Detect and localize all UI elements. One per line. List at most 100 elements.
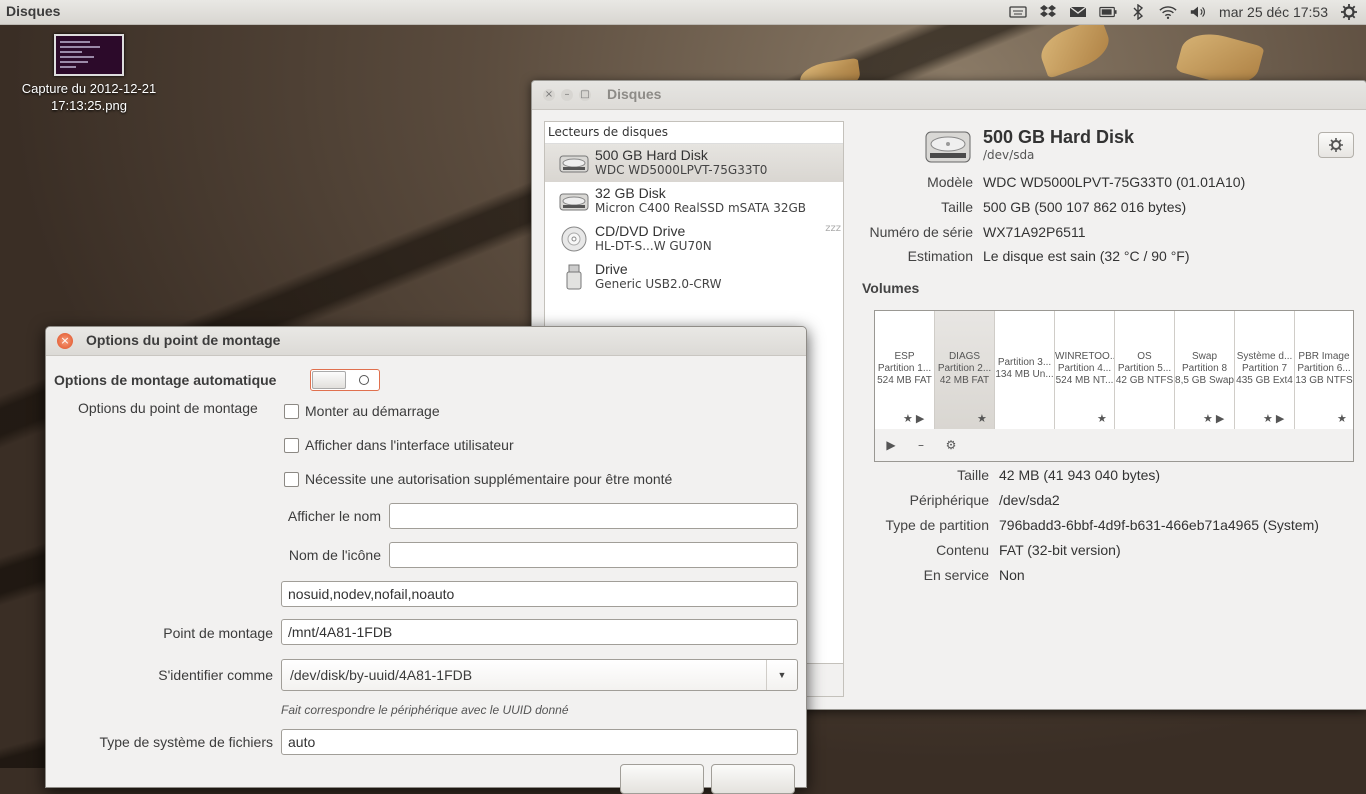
wifi-icon[interactable]: [1159, 3, 1177, 21]
require-auth-checkbox[interactable]: [284, 472, 299, 487]
field-label: Estimation: [907, 248, 973, 264]
maximize-icon[interactable]: □: [579, 89, 591, 101]
close-icon[interactable]: ×: [543, 89, 555, 101]
image-thumbnail-icon: [54, 34, 124, 76]
battery-icon[interactable]: [1099, 3, 1117, 21]
volume-block[interactable]: OS Partition 5... 42 GB NTFS: [1115, 311, 1175, 429]
volume-block[interactable]: ESP Partition 1... 524 MB FAT ★ ▶: [875, 311, 935, 429]
drive-name: Drive: [595, 261, 628, 277]
delete-partition-icon[interactable]: –: [913, 437, 929, 453]
volume-name: WINRETOO...: [1055, 351, 1114, 362]
volume-partition: Partition 7: [1241, 363, 1288, 374]
dropbox-icon[interactable]: [1039, 3, 1057, 21]
icon-name-label: Nom de l'icône: [288, 547, 381, 563]
volume-info: 13 GB NTFS: [1295, 375, 1353, 386]
volume-status-icons: ★ ▶: [1263, 413, 1285, 425]
disk-title: 500 GB Hard Disk: [983, 127, 1135, 147]
cancel-button[interactable]: [620, 764, 704, 794]
field-value: WX71A92P6511: [983, 224, 1086, 240]
field-value: WDC WD5000LPVT-75G33T0 (01.01A10): [983, 174, 1246, 190]
bluetooth-icon[interactable]: [1129, 3, 1147, 21]
volume-name: ESP: [894, 351, 915, 362]
chevron-down-icon[interactable]: ▼: [766, 660, 797, 690]
volume-info: 524 MB NT...: [1055, 375, 1114, 386]
volume-partition: Partition 3...: [997, 357, 1052, 368]
drive-item[interactable]: 500 GB Hard Disk WDC WD5000LPVT-75G33T0: [545, 144, 843, 182]
field-label: Contenu: [936, 542, 989, 558]
volume-block[interactable]: DIAGS Partition 2... 42 MB FAT ★: [935, 311, 995, 429]
volume-info: 134 MB Un...: [995, 369, 1054, 380]
clock[interactable]: mar 25 déc 17:53: [1219, 4, 1328, 20]
volume-info: 42 MB FAT: [939, 375, 990, 386]
volume-icon[interactable]: [1189, 3, 1207, 21]
usb-drive-icon: [566, 264, 582, 290]
drive-item[interactable]: Drive Generic USB2.0-CRW: [545, 258, 843, 296]
startup-mount-checkbox[interactable]: [284, 404, 299, 419]
field-label: Numéro de série: [869, 224, 974, 240]
volume-name: OS: [1137, 351, 1152, 362]
dialog-title: Options du point de montage: [86, 332, 281, 348]
volume-block[interactable]: Swap Partition 8 8,5 GB Swap ★ ▶: [1175, 311, 1235, 429]
volume-block[interactable]: Partition 3... 134 MB Un...: [995, 311, 1055, 429]
volume-status-icons: ★ ▶: [903, 413, 925, 425]
window-title: Disques: [607, 86, 662, 102]
switch-off-icon: [359, 375, 369, 385]
mount-point-label: Point de montage: [163, 625, 273, 641]
identify-as-label: S'identifier comme: [158, 667, 273, 683]
switch-knob: [312, 371, 346, 389]
field-value: 500 GB (500 107 862 016 bytes): [983, 199, 1187, 215]
keyboard-icon[interactable]: [1009, 3, 1027, 21]
volume-block[interactable]: PBR Image Partition 6... 13 GB NTFS ★: [1295, 311, 1353, 429]
session-gear-icon[interactable]: [1340, 3, 1358, 21]
auto-mount-label: Options de montage automatique: [54, 372, 277, 388]
field-label: En service: [923, 567, 989, 583]
volume-partition: Partition 5...: [1117, 363, 1172, 374]
ok-button[interactable]: [711, 764, 795, 794]
field-label: Type de partition: [885, 517, 989, 533]
auto-mount-switch[interactable]: [310, 369, 380, 391]
minimize-icon[interactable]: –: [561, 89, 573, 101]
drive-item[interactable]: CD/DVD Drive HL-DT-S...W GU70N zzz: [545, 220, 843, 258]
fs-type-label: Type de système de fichiers: [99, 734, 273, 750]
top-panel: Disques mar 25 déc 17:53: [0, 0, 1366, 25]
fs-type-input[interactable]: [281, 729, 798, 755]
volume-gear-icon[interactable]: ⚙: [943, 437, 959, 453]
identify-as-select[interactable]: /dev/disk/by-uuid/4A81-1FDB ▼: [281, 659, 798, 691]
gear-icon: [1329, 138, 1343, 152]
hard-disk-icon: [559, 193, 589, 211]
window-titlebar[interactable]: × – □ Disques: [532, 81, 1366, 110]
volume-partition: Partition 2...: [937, 363, 992, 374]
volume-partition: Partition 6...: [1297, 363, 1351, 374]
field-label: Taille: [957, 467, 989, 483]
volume-status-icons: ★: [1097, 413, 1107, 425]
mount-play-icon[interactable]: ▶: [883, 437, 899, 453]
disk-device: /dev/sda: [983, 148, 1035, 162]
field-value: 42 MB (41 943 040 bytes): [999, 467, 1161, 483]
drive-model: Generic USB2.0-CRW: [595, 277, 722, 291]
indicator-area: mar 25 déc 17:53: [1009, 2, 1358, 22]
display-name-input[interactable]: [389, 503, 798, 529]
field-value: Le disque est sain (32 °C / 90 °F): [983, 248, 1190, 264]
field-value: 796badd3-6bbf-4d9f-b631-466eb71a4965 (Sy…: [999, 517, 1319, 533]
leaf-decoration: [1035, 17, 1115, 79]
close-icon[interactable]: ×: [57, 333, 73, 349]
volume-block[interactable]: Système d... Partition 7 435 GB Ext4 ★ ▶: [1235, 311, 1295, 429]
dialog-titlebar[interactable]: × Options du point de montage: [46, 327, 806, 356]
drive-model: HL-DT-S...W GU70N: [595, 239, 712, 253]
volume-name: Système d...: [1236, 351, 1293, 362]
mount-point-input[interactable]: [281, 619, 798, 645]
volume-info: 8,5 GB Swap: [1175, 375, 1234, 386]
mail-icon[interactable]: [1069, 3, 1087, 21]
field-label: Modèle: [927, 174, 973, 190]
show-in-ui-checkbox[interactable]: [284, 438, 299, 453]
drive-item[interactable]: 32 GB Disk Micron C400 RealSSD mSATA 32G…: [545, 182, 843, 220]
field-value: FAT (32-bit version): [999, 542, 1121, 558]
mount-options-input[interactable]: [281, 581, 798, 607]
disk-settings-button[interactable]: [1318, 132, 1354, 158]
desktop-file-icon[interactable]: Capture du 2012-12-21 17:13:25.png: [16, 34, 162, 114]
volume-block[interactable]: WINRETOO... Partition 4... 524 MB NT... …: [1055, 311, 1115, 429]
icon-name-input[interactable]: [389, 542, 798, 568]
volume-partition: Partition 8: [1181, 363, 1228, 374]
volume-status-icons: ★: [977, 413, 987, 425]
identify-hint: Fait correspondre le périphérique avec l…: [281, 703, 569, 717]
